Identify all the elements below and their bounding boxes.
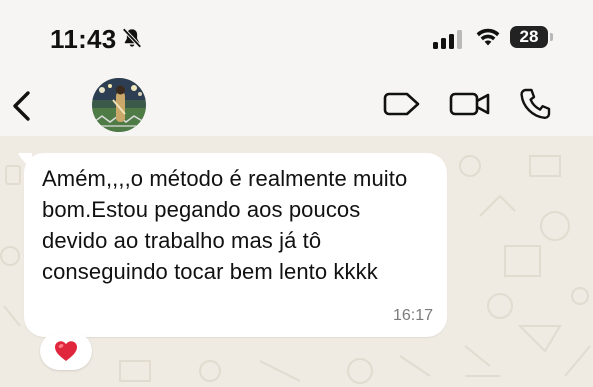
status-bar: 11:43 28	[0, 0, 593, 74]
camera-icon[interactable]	[449, 89, 491, 119]
message-reaction[interactable]	[40, 332, 92, 370]
chat-area: Amém,,,,o método é realmente muito bom.E…	[0, 136, 593, 387]
wifi-icon	[476, 28, 500, 46]
message-text: Amém,,,,o método é realmente muito bom.E…	[42, 166, 408, 284]
cellular-signal-icon	[433, 30, 462, 49]
chat-header	[0, 74, 593, 136]
battery-level: 28	[519, 27, 539, 46]
bell-slash-icon	[122, 28, 142, 48]
phone-icon[interactable]	[519, 87, 551, 121]
chevron-left-icon[interactable]	[8, 88, 36, 124]
contact-avatar[interactable]	[92, 78, 146, 132]
message-time: 16:17	[392, 307, 433, 324]
video-call-icon[interactable]	[383, 89, 421, 119]
battery-icon: 28	[510, 26, 554, 50]
status-time: 11:43	[50, 24, 117, 54]
message-bubble[interactable]: Amém,,,,o método é realmente muito bom.E…	[24, 153, 447, 337]
heart-emoji-icon	[55, 341, 77, 361]
